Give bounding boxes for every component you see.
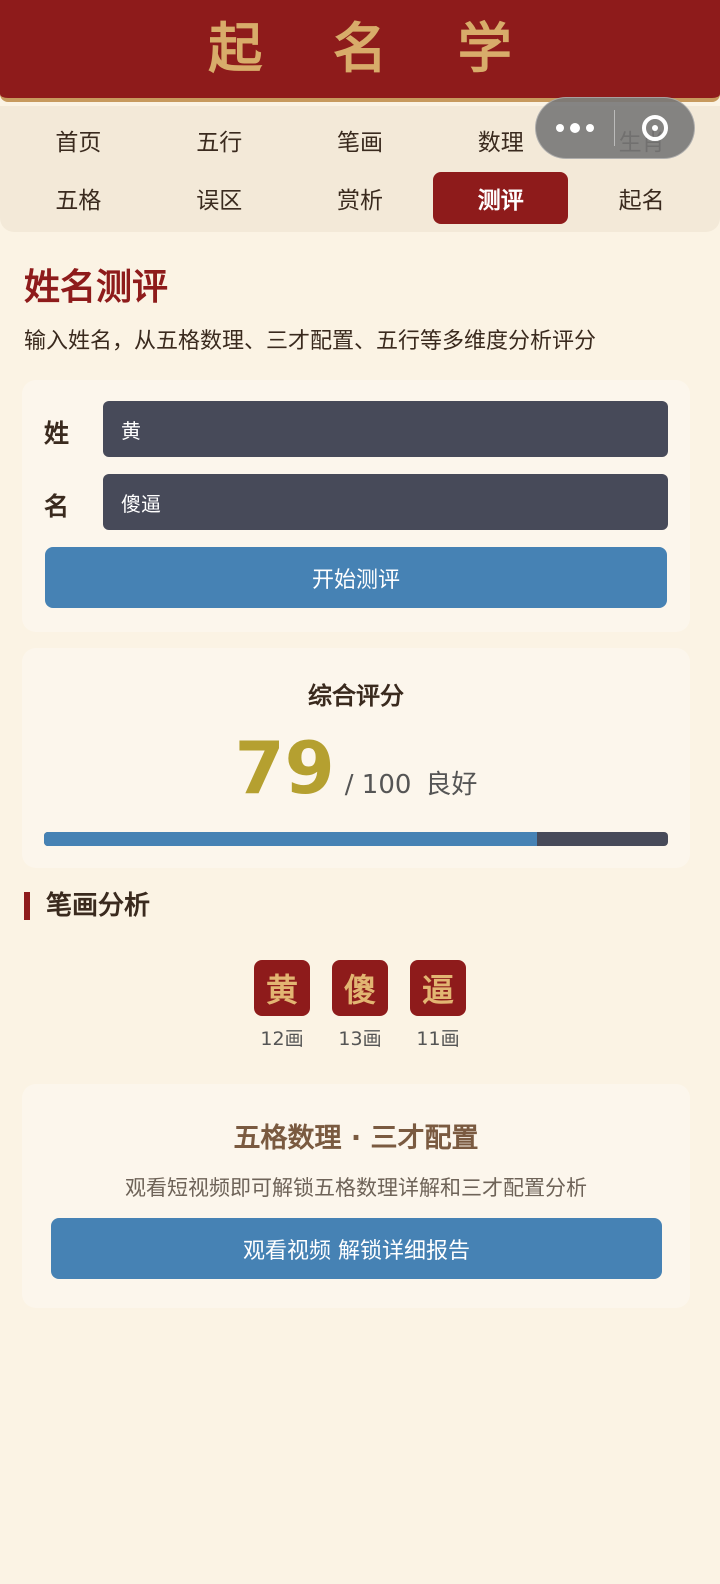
stroke-char: 逼 bbox=[410, 960, 466, 1016]
score-progress-fill bbox=[44, 832, 537, 846]
score-grade: 良好 bbox=[425, 770, 478, 800]
stroke-char: 傻 bbox=[332, 960, 388, 1016]
nav-item-home[interactable]: 首页 bbox=[11, 114, 146, 166]
locked-report-subtitle: 观看短视频即可解锁五格数理详解和三才配置分析 bbox=[125, 1176, 587, 1200]
stroke-count: 12画 bbox=[260, 1028, 304, 1050]
stroke-item: 傻 13画 bbox=[332, 960, 388, 1051]
stroke-count: 11画 bbox=[416, 1028, 460, 1050]
locked-report-card: 五格数理 · 三才配置 观看短视频即可解锁五格数理详解和三才配置分析 观看视频 … bbox=[22, 1084, 690, 1308]
nav-row-2: 五格 误区 赏析 测评 起名 bbox=[8, 172, 712, 224]
locked-report-title: 五格数理 · 三才配置 bbox=[233, 1123, 479, 1154]
app-title: 起 名 学 bbox=[208, 17, 538, 80]
stroke-analysis-title: 笔画分析 bbox=[24, 892, 150, 920]
surname-label: 姓 bbox=[44, 419, 70, 448]
miniprogram-capsule bbox=[535, 97, 695, 159]
nav-item-naming[interactable]: 起名 bbox=[574, 172, 709, 224]
app-header: 起 名 学 bbox=[0, 0, 720, 102]
score-value: 79 bbox=[234, 726, 335, 810]
start-evaluation-button[interactable]: 开始测评 bbox=[45, 547, 667, 608]
score-title: 综合评分 bbox=[308, 682, 404, 710]
more-icon[interactable] bbox=[536, 98, 614, 158]
page-title: 姓名测评 bbox=[24, 267, 169, 308]
stroke-item: 逼 11画 bbox=[410, 960, 466, 1051]
nav-item-wuxing[interactable]: 五行 bbox=[152, 114, 287, 166]
stroke-list: 黄 12画 傻 13画 逼 11画 bbox=[0, 960, 720, 1051]
stroke-char: 黄 bbox=[254, 960, 310, 1016]
score-total: / 100 bbox=[344, 770, 412, 800]
unlock-report-button[interactable]: 观看视频 解锁详细报告 bbox=[51, 1218, 662, 1279]
score-line: 79 / 100 良好 bbox=[22, 732, 690, 804]
nav-item-appreciation[interactable]: 赏析 bbox=[293, 172, 428, 224]
nav-item-pitfalls[interactable]: 误区 bbox=[152, 172, 287, 224]
given-name-label: 名 bbox=[44, 492, 70, 521]
score-progress-bar bbox=[44, 832, 668, 846]
stroke-item: 黄 12画 bbox=[254, 960, 310, 1051]
surname-input[interactable]: 黄 bbox=[103, 401, 668, 457]
score-card: 综合评分 79 / 100 良好 bbox=[22, 648, 690, 868]
nav-item-evaluation[interactable]: 测评 bbox=[433, 172, 569, 224]
name-form-card: 姓 黄 名 傻逼 开始测评 bbox=[22, 380, 690, 632]
given-name-input[interactable]: 傻逼 bbox=[103, 474, 668, 530]
nav-item-strokes[interactable]: 笔画 bbox=[293, 114, 428, 166]
page-subtitle: 输入姓名，从五格数理、三才配置、五行等多维度分析评分 bbox=[24, 329, 597, 354]
close-miniprogram-icon[interactable] bbox=[615, 98, 694, 158]
stroke-count: 13画 bbox=[338, 1028, 382, 1050]
nav-item-wuge[interactable]: 五格 bbox=[11, 172, 146, 224]
